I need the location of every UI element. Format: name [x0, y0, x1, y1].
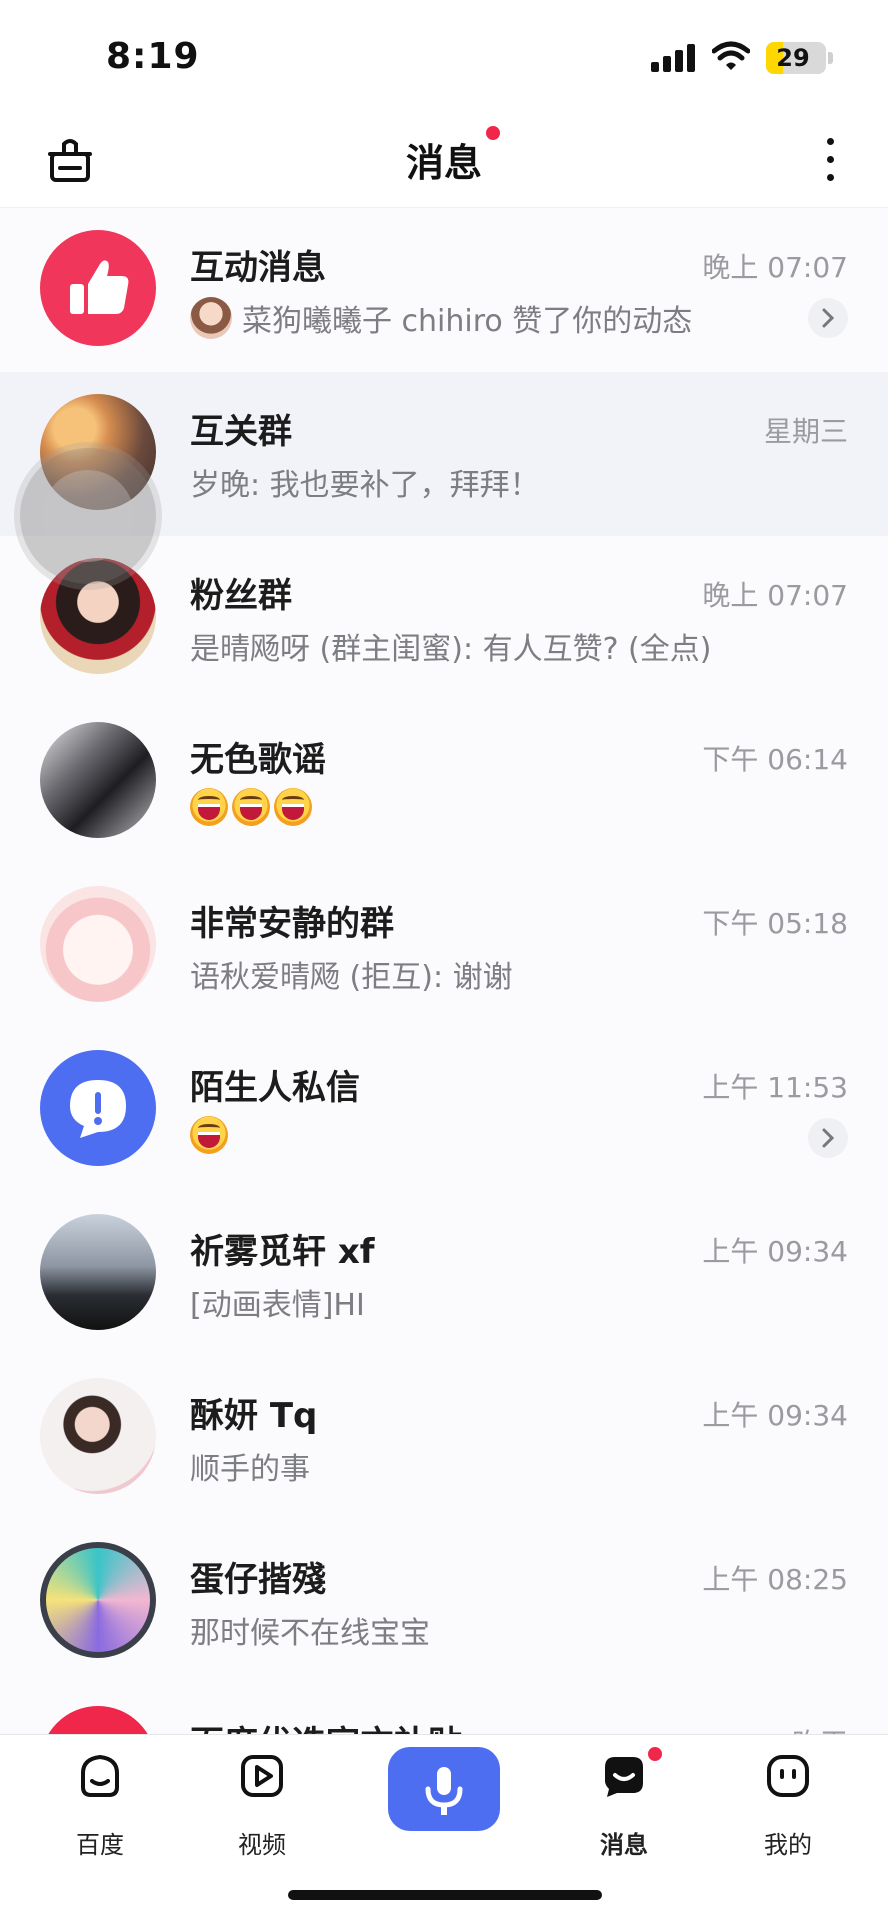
nav-label: 视频 — [238, 1831, 286, 1859]
conversation-time: 下午 06:14 — [702, 743, 848, 776]
nav-item-messages[interactable]: 消息 — [564, 1745, 684, 1863]
nav-label: 我的 — [764, 1831, 812, 1859]
nav-item-profile[interactable]: 我的 — [728, 1753, 848, 1863]
conversation-list: 互动消息 晚上 07:07 菜狗曦曦子 chihiro 赞了你的动态 互关群 星… — [0, 208, 888, 1848]
conversation-time: 星期三 — [763, 415, 848, 448]
preview-text: 岁晚: 我也要补了，拜拜！ — [190, 468, 540, 503]
preview-text: [动画表情]HI — [190, 1288, 365, 1323]
conversation-time: 晚上 07:07 — [702, 579, 848, 612]
conversation-time: 晚上 07:07 — [702, 251, 848, 284]
laughing-emoji-icon — [232, 788, 270, 826]
group-avatar — [40, 886, 156, 1002]
nav-label: 百度 — [76, 1831, 124, 1859]
conversation-name: 互关群 — [190, 412, 292, 452]
chevron-right-icon[interactable] — [808, 298, 848, 338]
conversation-time: 上午 08:25 — [702, 1563, 848, 1596]
conversation-preview: 顺手的事 — [190, 1444, 310, 1488]
user-avatar — [40, 1542, 156, 1658]
conversation-name: 粉丝群 — [190, 576, 292, 616]
more-options-button[interactable] — [812, 132, 848, 188]
conversation-name: 祈雾觅轩 xf — [190, 1232, 375, 1272]
preview-text: 菜狗曦曦子 chihiro 赞了你的动态 — [242, 304, 693, 339]
list-item[interactable]: 互动消息 晚上 07:07 菜狗曦曦子 chihiro 赞了你的动态 — [0, 208, 888, 372]
list-item[interactable]: 蛋仔揩殘 上午 08:25 那时候不在线宝宝 — [0, 1520, 888, 1684]
user-avatar — [40, 722, 156, 838]
nav-item-video[interactable]: 视频 — [202, 1753, 322, 1863]
page-title: 消息 — [405, 141, 482, 185]
unread-dot — [486, 126, 500, 140]
nav-label: 消息 — [600, 1831, 648, 1859]
messages-screen: 8:19 29 消息 互动消息 晚上 07:07 菜狗曦曦子 chihiro 赞… — [0, 0, 888, 1920]
laughing-emoji-icon — [190, 788, 228, 826]
laughing-emoji-icon — [274, 788, 312, 826]
list-item[interactable]: 酥妍 Tq 上午 09:34 顺手的事 — [0, 1356, 888, 1520]
microphone-icon — [425, 1767, 463, 1815]
video-play-icon — [241, 1755, 283, 1797]
grinning-emoji-icon — [190, 1116, 228, 1154]
nav-item-baidu[interactable]: 百度 — [40, 1753, 160, 1863]
list-item[interactable]: 祈雾觅轩 xf 上午 09:34 [动画表情]HI — [0, 1192, 888, 1356]
conversation-preview: 是晴飏呀 (群主闺蜜): 有人互赞? (全点) — [190, 624, 711, 668]
conversation-name: 酥妍 Tq — [190, 1396, 318, 1436]
unread-badge — [646, 1745, 664, 1763]
voice-search-button[interactable] — [388, 1747, 500, 1831]
status-time: 8:19 — [106, 36, 200, 77]
conversation-name: 互动消息 — [190, 248, 326, 288]
conversation-preview: 菜狗曦曦子 chihiro 赞了你的动态 — [190, 296, 692, 340]
wifi-icon — [712, 41, 750, 70]
battery-icon: 29 — [766, 42, 826, 74]
thumbs-up-icon — [40, 230, 156, 346]
conversation-name: 非常安静的群 — [190, 904, 394, 944]
baidu-face-icon — [81, 1754, 119, 1797]
conversation-name: 蛋仔揩殘 — [190, 1560, 326, 1600]
status-bar: 8:19 29 — [0, 0, 888, 112]
conversation-time: 上午 09:34 — [702, 1235, 848, 1268]
preview-text: 是晴飏呀 (群主闺蜜): 有人互赞? (全点) — [190, 632, 712, 667]
touch-indicator — [20, 448, 156, 584]
sender-avatar — [190, 297, 232, 339]
conversation-preview: 语秋爱晴飏 (拒互): 谢谢 — [190, 952, 513, 996]
chevron-right-icon[interactable] — [808, 1118, 848, 1158]
list-item[interactable]: 陌生人私信 上午 11:53 — [0, 1028, 888, 1192]
user-avatar — [40, 1378, 156, 1494]
list-item[interactable]: 无色歌谣 下午 06:14 — [0, 700, 888, 864]
message-icon — [605, 1757, 643, 1797]
conversation-preview — [190, 788, 316, 826]
conversation-time: 下午 05:18 — [702, 907, 848, 940]
battery-level: 29 — [776, 44, 810, 72]
home-indicator — [288, 1890, 602, 1900]
conversation-preview — [190, 1116, 232, 1154]
conversation-preview: 岁晚: 我也要补了，拜拜！ — [190, 460, 540, 504]
conversation-preview: 那时候不在线宝宝 — [190, 1608, 430, 1652]
preview-text: 语秋爱晴飏 (拒互): 谢谢 — [190, 960, 513, 995]
preview-text: 顺手的事 — [190, 1452, 310, 1487]
cellular-signal-icon — [651, 44, 695, 72]
conversation-name: 陌生人私信 — [190, 1068, 360, 1108]
header-bar: 消息 — [0, 112, 888, 208]
user-avatar — [40, 1214, 156, 1330]
conversation-time: 上午 09:34 — [702, 1399, 848, 1432]
preview-text: 那时候不在线宝宝 — [190, 1616, 430, 1651]
exclamation-bubble-icon — [40, 1050, 156, 1166]
conversation-preview: [动画表情]HI — [190, 1280, 365, 1324]
profile-face-icon — [767, 1755, 809, 1797]
conversation-name: 无色歌谣 — [190, 740, 326, 780]
conversation-time: 上午 11:53 — [702, 1071, 848, 1104]
list-item[interactable]: 非常安静的群 下午 05:18 语秋爱晴飏 (拒互): 谢谢 — [0, 864, 888, 1028]
